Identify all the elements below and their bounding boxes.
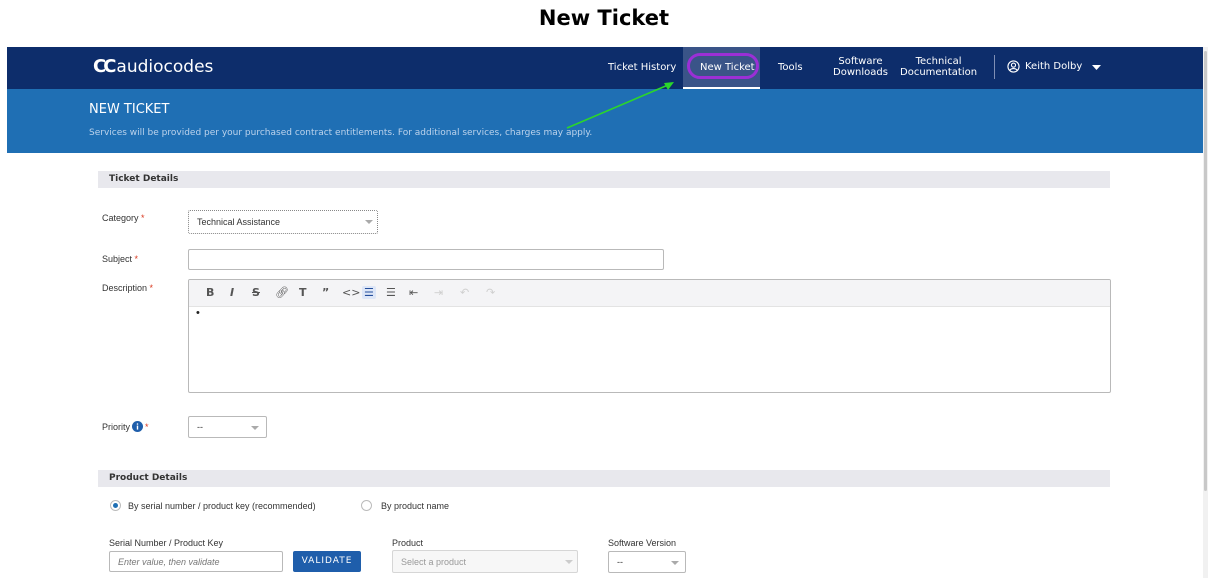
subject-input[interactable] [188,249,664,270]
outdent-icon[interactable]: ⇤ [409,286,418,299]
category-label: Category * [102,213,145,223]
bullet-list-icon[interactable]: ☰ [362,286,376,299]
user-menu[interactable]: Keith Dolby [1007,60,1082,73]
validate-button[interactable]: VALIDATE [293,551,361,572]
nav-ticket-history[interactable]: Ticket History [608,62,676,73]
audiocodes-logo-icon: CC [93,56,116,77]
ticket-details-header: Ticket Details [98,171,1110,188]
info-icon[interactable] [132,421,144,432]
serial-number-label: Serial Number / Product Key [109,538,224,548]
strikethrough-icon[interactable]: S [252,286,260,299]
priority-selected-value: -- [197,422,203,432]
undo-icon[interactable]: ↶ [460,286,469,299]
radio-serial-number-label[interactable]: By serial number / product key (recommen… [128,501,316,511]
page-title: New Ticket [538,6,670,30]
software-version-select[interactable]: -- [608,551,686,573]
numbered-list-icon[interactable]: ☰ [386,286,396,299]
link-icon[interactable]: 🔗︎ [275,286,289,299]
category-select[interactable]: Technical Assistance [188,210,378,234]
product-placeholder: Select a product [401,557,467,567]
bold-icon[interactable]: B [206,286,214,299]
ticket-details-title: Ticket Details [109,174,179,184]
product-select[interactable]: Select a product [392,550,578,573]
chevron-down-icon [365,220,373,224]
nav-tools[interactable]: Tools [778,62,803,73]
user-dropdown-chevron-icon[interactable] [1092,65,1101,71]
software-version-value: -- [617,557,623,567]
brand-name: audiocodes [116,56,214,77]
serial-number-placeholder: Enter value, then validate [118,557,220,567]
banner-title: NEW TICKET [89,102,170,117]
heading-icon[interactable]: T [299,286,307,299]
chevron-down-icon [671,561,679,565]
radio-serial-number[interactable] [110,500,121,511]
product-label: Product [392,538,424,548]
italic-icon[interactable]: I [230,286,234,299]
chevron-down-icon [565,560,573,564]
description-label: Description * [102,283,154,293]
nav-technical-documentation[interactable]: Technical Documentation [900,56,977,78]
code-icon[interactable]: <> [342,286,360,299]
page-scrollbar[interactable] [1203,47,1208,578]
radio-product-name[interactable] [361,500,372,511]
nav-software-downloads[interactable]: Software Downloads [833,56,888,78]
priority-label: Priority * [102,421,149,432]
description-editor[interactable]: B I S 🔗︎ T ” <> ☰ ☰ ⇤ ⇥ ↶ ↷ • [188,279,1111,393]
description-bullet: • [196,307,200,319]
brand-logo[interactable]: CC audiocodes [93,56,213,77]
quote-icon[interactable]: ” [322,286,329,299]
indent-icon[interactable]: ⇥ [434,286,443,299]
category-selected-value: Technical Assistance [197,217,281,227]
serial-number-input[interactable]: Enter value, then validate [109,551,283,572]
software-version-label: Software Version [608,538,677,548]
highlight-ring-annotation [687,53,759,79]
user-name: Keith Dolby [1025,61,1083,72]
user-avatar-icon [1007,60,1020,73]
product-details-header: Product Details [98,470,1110,487]
redo-icon[interactable]: ↷ [486,286,495,299]
annotation-arrow-icon [566,82,674,129]
product-details-title: Product Details [109,473,188,483]
editor-toolbar: B I S 🔗︎ T ” <> ☰ ☰ ⇤ ⇥ ↶ ↷ [189,280,1110,307]
nav-separator [994,55,995,79]
scrollbar-thumb[interactable] [1204,51,1207,491]
radio-product-name-label[interactable]: By product name [381,501,449,511]
subject-label: Subject * [102,254,139,264]
chevron-down-icon [251,426,259,430]
banner-subtitle: Services will be provided per your purch… [89,128,593,138]
priority-select[interactable]: -- [188,416,267,438]
